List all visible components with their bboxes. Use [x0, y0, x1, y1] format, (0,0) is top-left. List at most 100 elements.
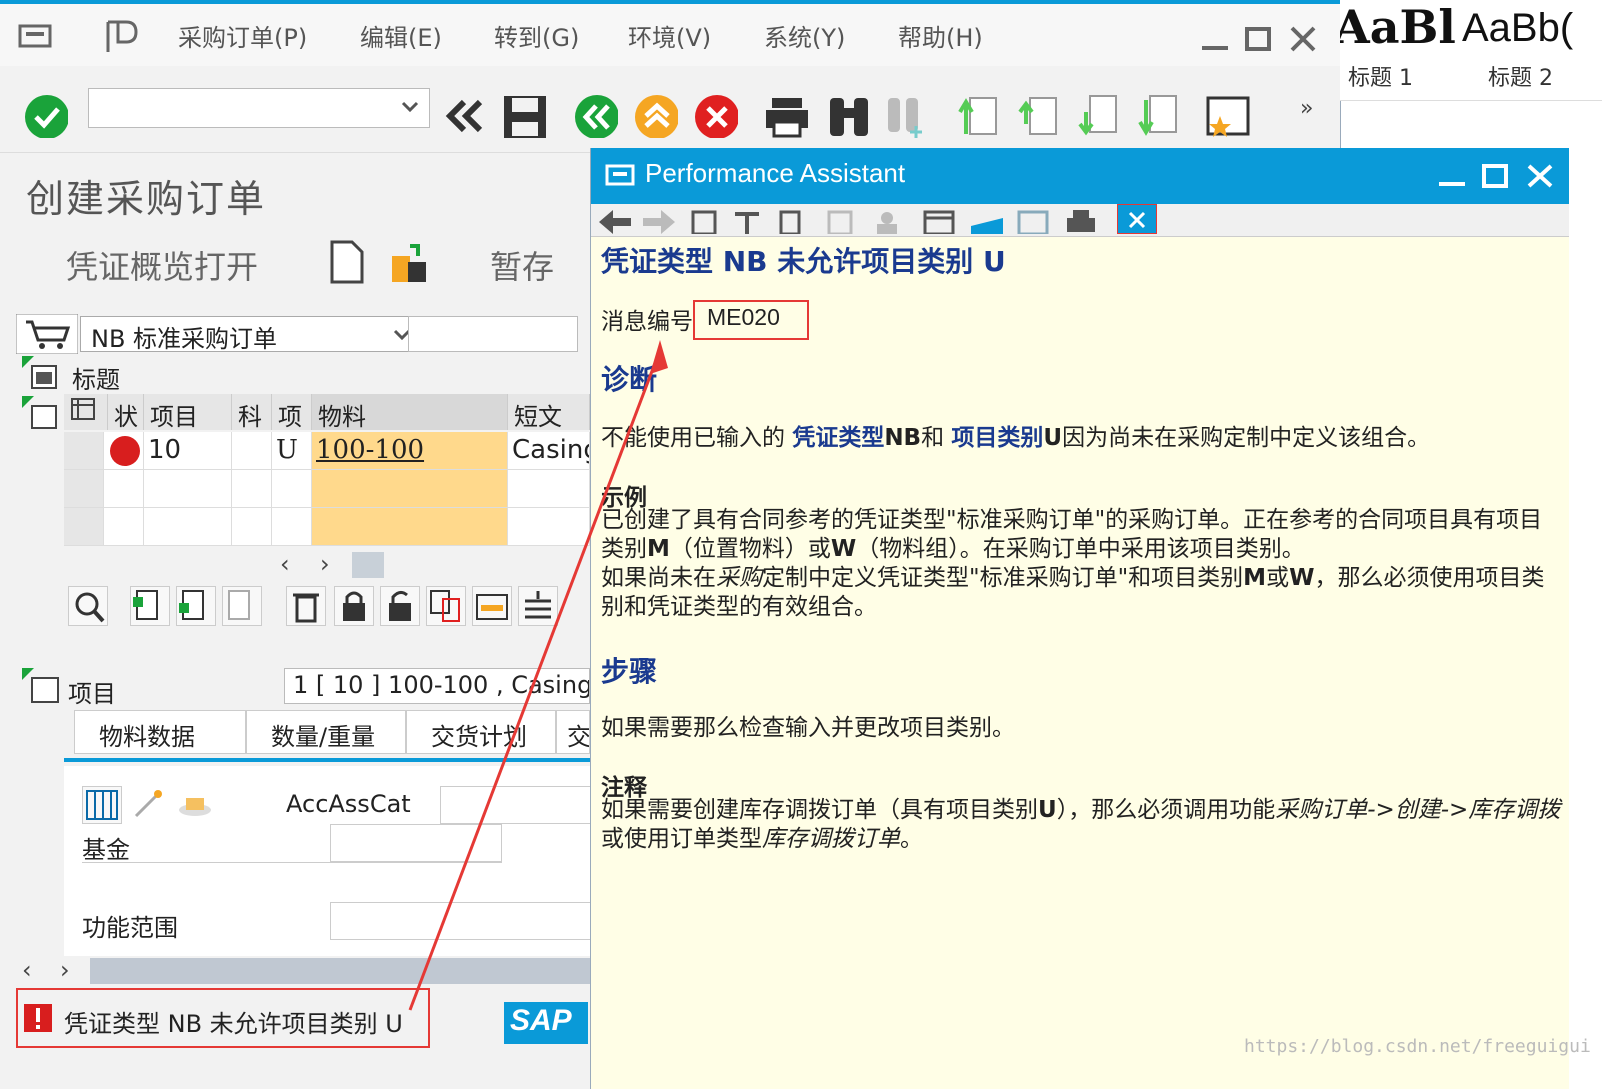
user-icon[interactable] [871, 206, 907, 234]
add-item-button[interactable] [130, 586, 170, 626]
new-document-icon[interactable] [328, 240, 366, 284]
more-chevron-icon[interactable]: » [1300, 96, 1313, 121]
sort-button[interactable] [518, 586, 558, 626]
expand-item-detail-icon[interactable] [22, 668, 60, 704]
item-selector[interactable]: 1 [ 10 ] 100-100 , Casings [284, 668, 590, 704]
account-cell[interactable] [232, 508, 272, 546]
layout-icon[interactable] [1015, 206, 1051, 236]
tab-delivery-schedule[interactable]: 交货计划 [406, 710, 556, 754]
forward-arrow-icon[interactable] [639, 206, 679, 234]
material-cell[interactable]: 100-100 [312, 432, 508, 470]
system-menu-icon[interactable] [18, 22, 54, 52]
menu-goto[interactable]: 转到(G) [494, 18, 579, 53]
row-selector[interactable] [64, 432, 104, 470]
item-number-cell[interactable] [144, 470, 232, 508]
conditions-button[interactable] [472, 586, 512, 626]
short-text-cell[interactable]: Casings [508, 432, 590, 470]
insert-item-button[interactable] [176, 586, 216, 626]
column-header-status[interactable]: 状 [108, 394, 144, 431]
style-heading-2[interactable]: 标题 2 [1488, 60, 1553, 92]
expand-header-icon[interactable] [22, 356, 58, 392]
wizard-button[interactable] [130, 786, 170, 824]
column-header-category[interactable]: 项 [272, 394, 312, 431]
first-page-icon[interactable] [956, 94, 1000, 138]
menu-system[interactable]: 系统(Y) [764, 18, 845, 53]
scroll-left-icon[interactable]: ‹ [280, 550, 290, 578]
menu-edit[interactable]: 编辑(E) [360, 18, 442, 53]
row-selector[interactable] [64, 470, 104, 508]
lock-button[interactable] [334, 586, 374, 626]
scrollbar-thumb[interactable] [352, 552, 384, 578]
short-text-cell[interactable] [508, 508, 590, 546]
status-bar[interactable]: 凭证类型 NB 未允许项目类别 U [16, 988, 430, 1048]
copy-item-button[interactable] [222, 586, 262, 626]
item-category-cell[interactable] [272, 508, 312, 546]
document-type-select[interactable]: NB 标准采购订单 [80, 316, 420, 353]
functional-area-field[interactable] [330, 902, 592, 940]
tab-quantity-weight[interactable]: 数量/重量 [246, 710, 406, 754]
exit-icon[interactable] [634, 94, 678, 138]
find-icon[interactable] [826, 94, 870, 138]
row-selector[interactable] [64, 508, 104, 546]
item-number-cell[interactable] [144, 508, 232, 546]
table-row[interactable] [104, 470, 144, 508]
mail-icon[interactable] [969, 206, 1005, 234]
command-field[interactable] [88, 88, 430, 128]
account-cell[interactable] [232, 470, 272, 508]
column-header-short-text[interactable]: 短文本 [508, 394, 590, 466]
scrollbar-thumb[interactable] [90, 958, 590, 984]
close-icon[interactable] [1288, 24, 1318, 54]
menu-help[interactable]: 帮助(H) [898, 18, 983, 53]
back-arrow-icon[interactable] [595, 206, 635, 234]
scroll-right-icon[interactable]: › [320, 550, 330, 578]
cancel-icon[interactable] [694, 94, 738, 138]
other-document-icon[interactable] [388, 242, 432, 284]
fund-field[interactable] [330, 824, 502, 862]
edit-icon[interactable] [775, 206, 811, 236]
account-cell[interactable] [232, 432, 272, 470]
maximize-icon[interactable] [1244, 24, 1274, 54]
document-overview-button[interactable]: 凭证概览打开 [66, 242, 258, 288]
table-row[interactable] [104, 508, 144, 546]
item-category-link[interactable]: 项目类别 [951, 425, 1043, 451]
maximize-icon[interactable] [1481, 162, 1511, 190]
expand-items-icon[interactable] [22, 396, 58, 432]
scroll-right-icon[interactable]: › [60, 956, 70, 984]
column-header-account[interactable]: 科 [232, 394, 272, 431]
short-text-cell[interactable] [508, 470, 590, 508]
back-icon[interactable] [574, 94, 618, 138]
tab-material-data[interactable]: 物料数据 [74, 710, 246, 754]
document-icon[interactable] [823, 206, 859, 236]
next-page-icon[interactable] [1076, 94, 1120, 138]
find-next-icon[interactable] [884, 94, 928, 138]
close-icon[interactable] [1525, 162, 1555, 190]
window-menu-icon[interactable] [605, 162, 637, 190]
minimize-icon[interactable] [1437, 164, 1467, 190]
calendar-icon[interactable] [921, 206, 957, 236]
minimize-icon[interactable] [1200, 34, 1230, 54]
tab-delivery[interactable]: 交 [556, 710, 590, 754]
technical-info-icon[interactable] [687, 206, 723, 236]
material-cell[interactable] [312, 508, 508, 546]
save-icon[interactable] [502, 94, 546, 138]
hold-button[interactable]: 暂存 [490, 242, 554, 288]
select-button[interactable] [426, 586, 466, 626]
last-page-icon[interactable] [1136, 94, 1180, 138]
account-category-field[interactable] [440, 786, 592, 824]
menu-environment[interactable]: 环境(V) [628, 18, 711, 53]
chevron-down-icon[interactable] [401, 101, 419, 113]
print-icon[interactable] [764, 94, 808, 138]
item-number-cell[interactable]: 10 [144, 432, 232, 470]
single-account-button[interactable] [82, 786, 122, 824]
close-help-icon[interactable] [1117, 204, 1157, 234]
style-heading-1[interactable]: 标题 1 [1348, 60, 1413, 92]
favorites-icon[interactable] [1206, 94, 1250, 138]
item-category-cell[interactable]: U [272, 432, 312, 470]
enter-check-icon[interactable] [24, 94, 68, 138]
delete-button[interactable] [286, 586, 326, 626]
table-settings-icon[interactable] [64, 394, 108, 430]
column-header-material[interactable]: 物料 [312, 394, 508, 431]
item-detail-button[interactable] [68, 586, 108, 626]
print-icon[interactable] [1063, 206, 1099, 234]
column-header-item[interactable]: 项目 [144, 394, 232, 431]
